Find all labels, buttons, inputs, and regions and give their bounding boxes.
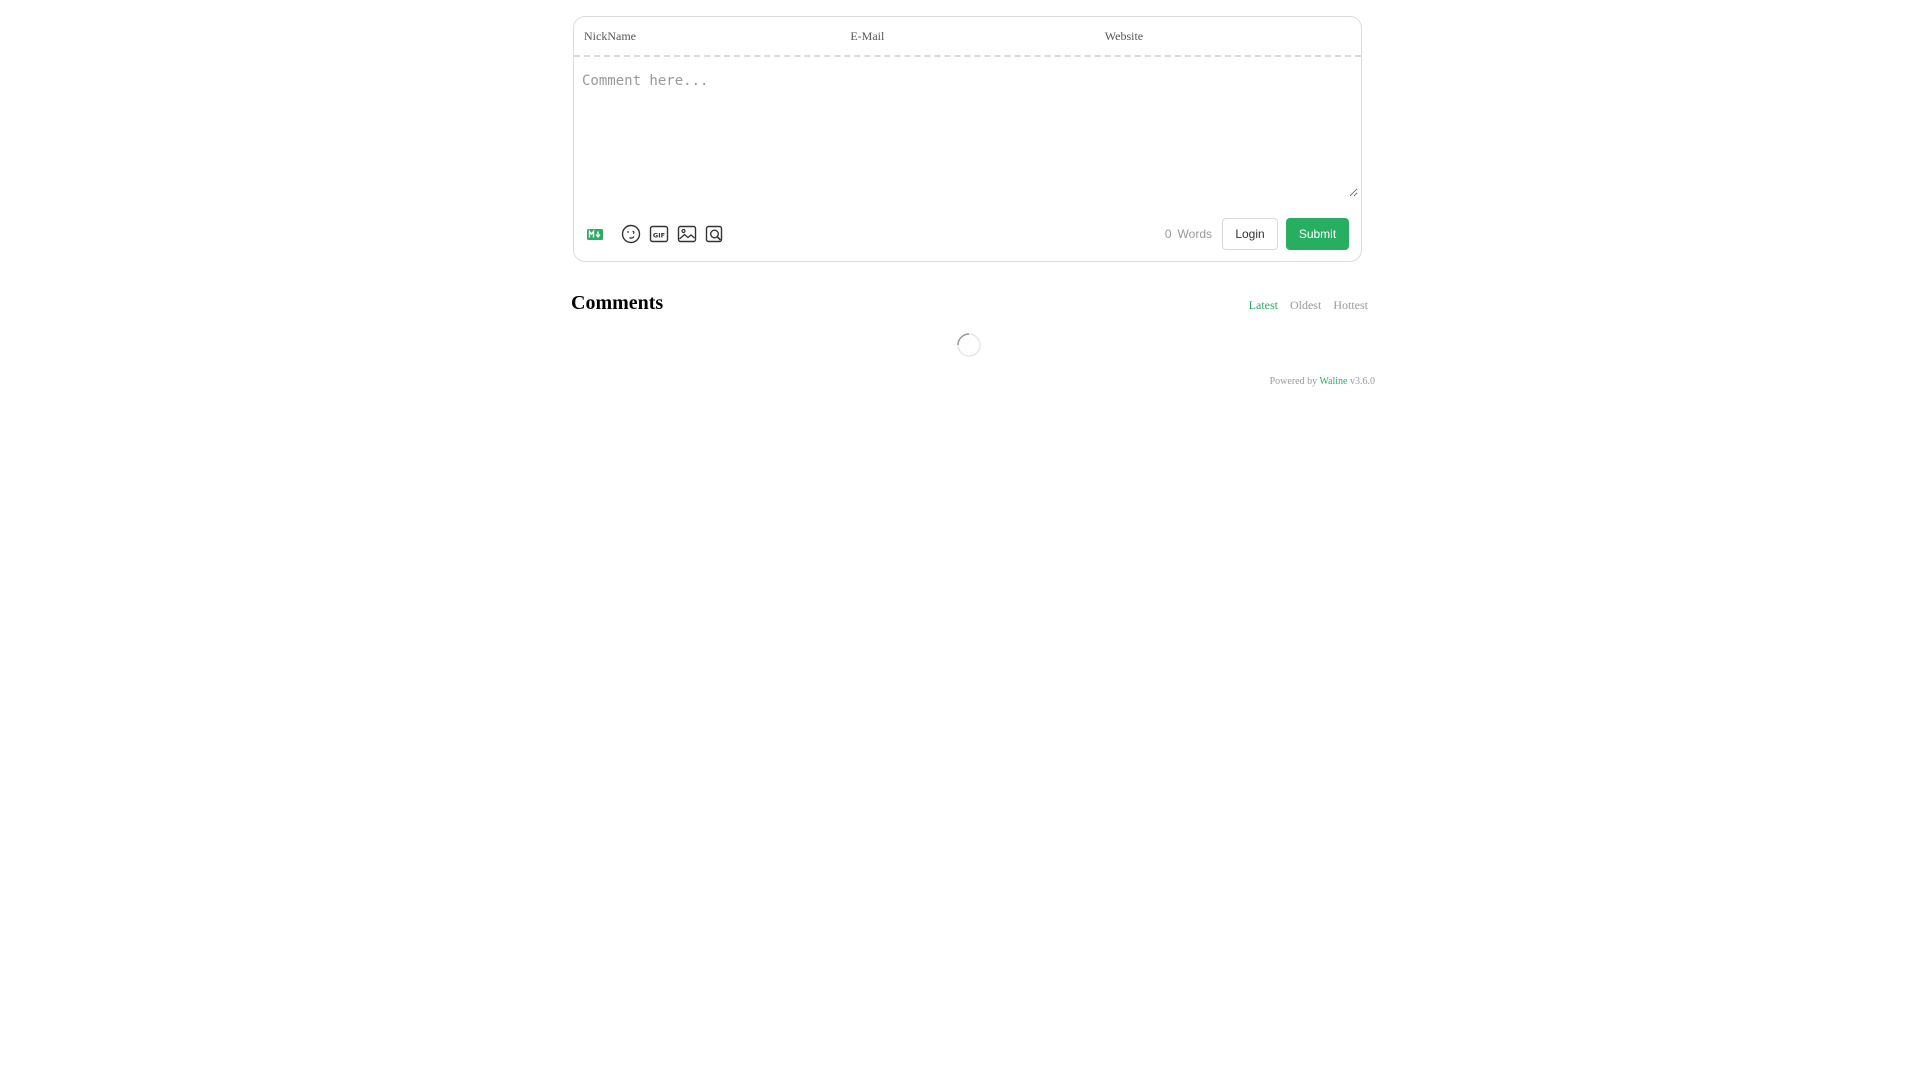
website-input[interactable] — [1143, 28, 1361, 44]
waline-version: v3.6.0 — [1350, 376, 1375, 387]
sort-latest[interactable]: Latest — [1249, 298, 1278, 313]
powered-prefix: Powered by — [1269, 376, 1318, 387]
loading-spinner-icon — [954, 330, 984, 360]
waline-link[interactable]: Waline — [1319, 376, 1347, 387]
comment-editor-panel: NickName E-Mail Website Comment here... … — [573, 16, 1362, 262]
email-label: E-Mail — [850, 28, 885, 43]
email-field[interactable]: E-Mail — [840, 17, 1094, 55]
waline-comment-widget: NickName E-Mail Website Comment here... … — [571, 16, 1375, 387]
comments-title: Comments — [571, 292, 664, 314]
powered-by: Powered by Waline v3.6.0 — [1270, 376, 1375, 387]
comment-textarea[interactable] — [582, 63, 1358, 197]
emoji-icon[interactable] — [620, 223, 642, 245]
word-count-unit: Words — [1177, 227, 1212, 241]
sort-tabs: Latest Oldest Hottest — [1249, 298, 1368, 313]
editor-footer: GIF 0 Words Login Submit — [574, 207, 1361, 261]
website-field[interactable]: Website — [1095, 17, 1361, 55]
nickname-label: NickName — [584, 28, 636, 43]
comment-header: NickName E-Mail Website — [574, 17, 1361, 57]
login-button[interactable]: Login — [1222, 218, 1278, 250]
image-icon[interactable] — [676, 223, 698, 245]
editor-info: 0 Words Login Submit — [1165, 218, 1349, 250]
word-count-value: 0 — [1164, 227, 1172, 241]
email-input[interactable] — [884, 28, 1094, 44]
sort-hottest[interactable]: Hottest — [1333, 298, 1368, 313]
gif-icon[interactable]: GIF — [648, 223, 670, 245]
comments-meta: Comments Latest Oldest Hottest — [571, 292, 1368, 322]
editor-actions: GIF — [586, 223, 726, 245]
word-counter: 0 Words — [1165, 227, 1212, 241]
sort-oldest[interactable]: Oldest — [1290, 298, 1321, 313]
nickname-input[interactable] — [635, 28, 834, 44]
svg-text:GIF: GIF — [653, 232, 665, 240]
submit-button[interactable]: Submit — [1286, 218, 1349, 250]
editor-wrapper — [574, 57, 1361, 197]
preview-icon[interactable] — [704, 223, 726, 245]
markdown-icon[interactable] — [586, 223, 604, 245]
nickname-field[interactable]: NickName — [574, 17, 834, 55]
website-label: Website — [1104, 28, 1144, 43]
